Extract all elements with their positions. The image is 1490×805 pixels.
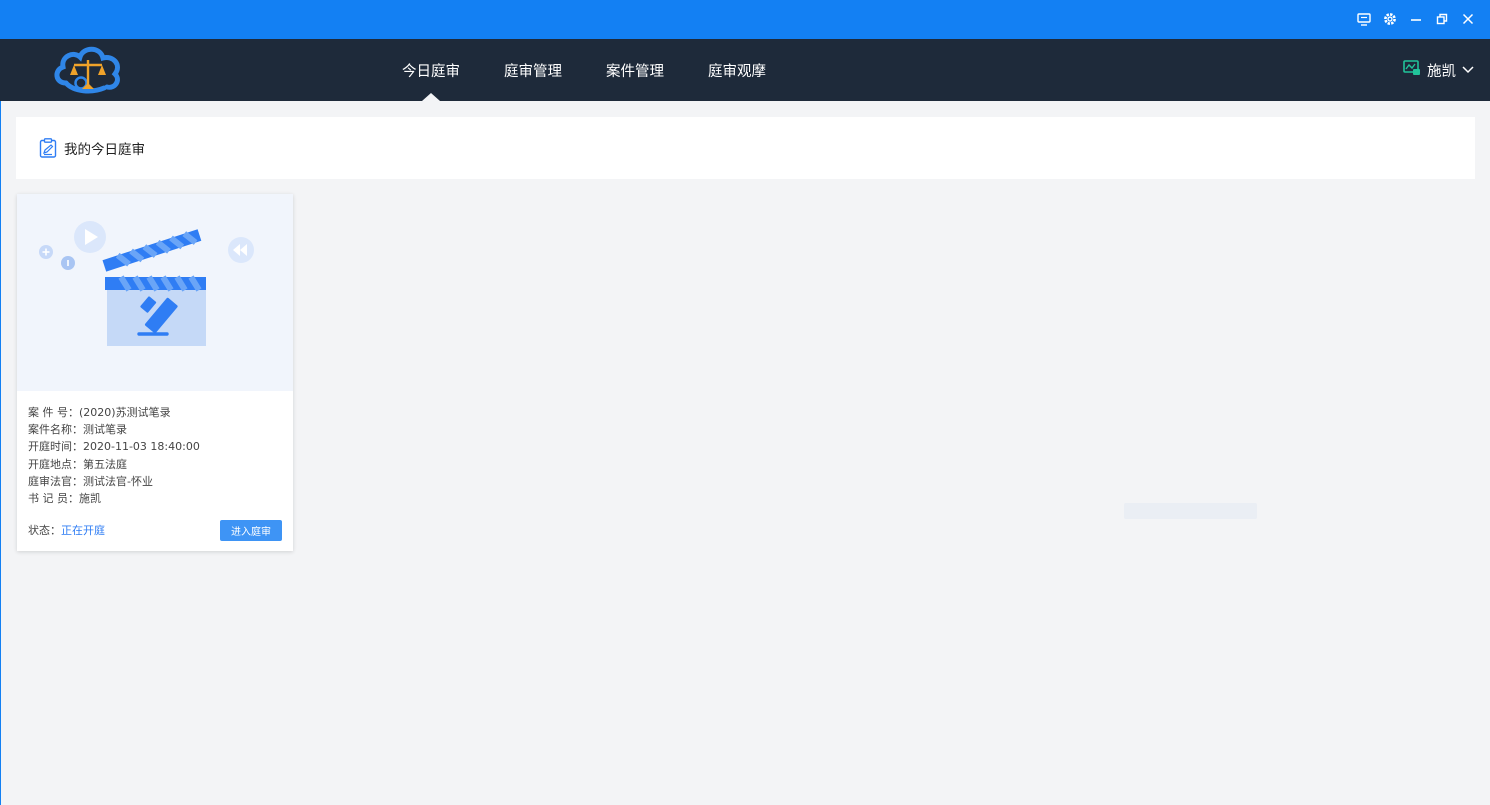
section-title: 我的今日庭审 (64, 142, 145, 158)
faded-toast (1124, 503, 1257, 519)
card-footer: 状态：正在开庭 进入庭审 (28, 519, 282, 541)
hearing-location-label: 开庭地点： (28, 457, 83, 471)
tab-hearing-observation[interactable]: 庭审观摩 (686, 39, 788, 101)
case-info: 案 件 号：(2020)苏测试笔录 案件名称：测试笔录 开庭时间：2020-11… (28, 404, 200, 507)
status-value: 正在开庭 (61, 524, 105, 537)
restore-icon[interactable] (1434, 10, 1450, 28)
clipboard-pen-icon (39, 138, 57, 158)
presiding-judge-label: 庭审法官： (28, 474, 83, 488)
hearing-card: 案 件 号：(2020)苏测试笔录 案件名称：测试笔录 开庭时间：2020-11… (17, 194, 293, 551)
user-name: 施凯 (1427, 63, 1456, 80)
main-nav-bar: 今日庭审 庭审管理 案件管理 庭审观摩 施凯 (0, 39, 1490, 101)
presiding-judge-row: 庭审法官：测试法官-怀业 (28, 473, 200, 490)
presiding-judge-value: 测试法官-怀业 (83, 474, 153, 488)
hearing-time-value: 2020-11-03 18:40:00 (83, 440, 200, 454)
tab-case-management[interactable]: 案件管理 (584, 39, 686, 101)
case-number-row: 案 件 号：(2020)苏测试笔录 (28, 404, 200, 421)
clerk-label: 书 记 员： (28, 492, 79, 506)
clerk-row: 书 记 员：施凯 (28, 490, 200, 507)
court-cloud-logo (52, 43, 124, 97)
case-name-value: 测试笔录 (83, 423, 127, 437)
hearing-status: 状态：正在开庭 (28, 522, 105, 538)
minimize-icon[interactable] (1408, 10, 1424, 28)
user-menu[interactable]: 施凯 (1403, 39, 1474, 101)
clerk-value: 施凯 (79, 492, 101, 506)
enter-hearing-button[interactable]: 进入庭审 (220, 519, 282, 541)
chevron-down-icon (1462, 62, 1474, 78)
hearing-time-row: 开庭时间：2020-11-03 18:40:00 (28, 438, 200, 455)
case-number-value: (2020)苏测试笔录 (79, 406, 171, 419)
hearing-time-label: 开庭时间： (28, 440, 83, 454)
case-name-row: 案件名称：测试笔录 (28, 421, 200, 438)
hearing-location-value: 第五法庭 (83, 457, 127, 471)
online-screen-icon (1403, 60, 1421, 80)
tab-hearing-management[interactable]: 庭审管理 (482, 39, 584, 101)
status-label: 状态： (28, 524, 61, 537)
card-illustration (17, 194, 293, 391)
gear-icon[interactable] (1382, 10, 1398, 28)
case-number-label: 案 件 号： (28, 406, 79, 419)
case-name-label: 案件名称： (28, 423, 83, 437)
section-header: 我的今日庭审 (16, 117, 1475, 179)
window-controls (1356, 9, 1476, 29)
window-title-bar (0, 0, 1490, 39)
close-icon[interactable] (1460, 10, 1476, 28)
window-border (0, 39, 1, 805)
monitor-icon[interactable] (1356, 10, 1372, 28)
hearing-location-row: 开庭地点：第五法庭 (28, 456, 200, 473)
nav-tabs: 今日庭审 庭审管理 案件管理 庭审观摩 (380, 39, 788, 101)
tab-today-hearing[interactable]: 今日庭审 (380, 39, 482, 101)
